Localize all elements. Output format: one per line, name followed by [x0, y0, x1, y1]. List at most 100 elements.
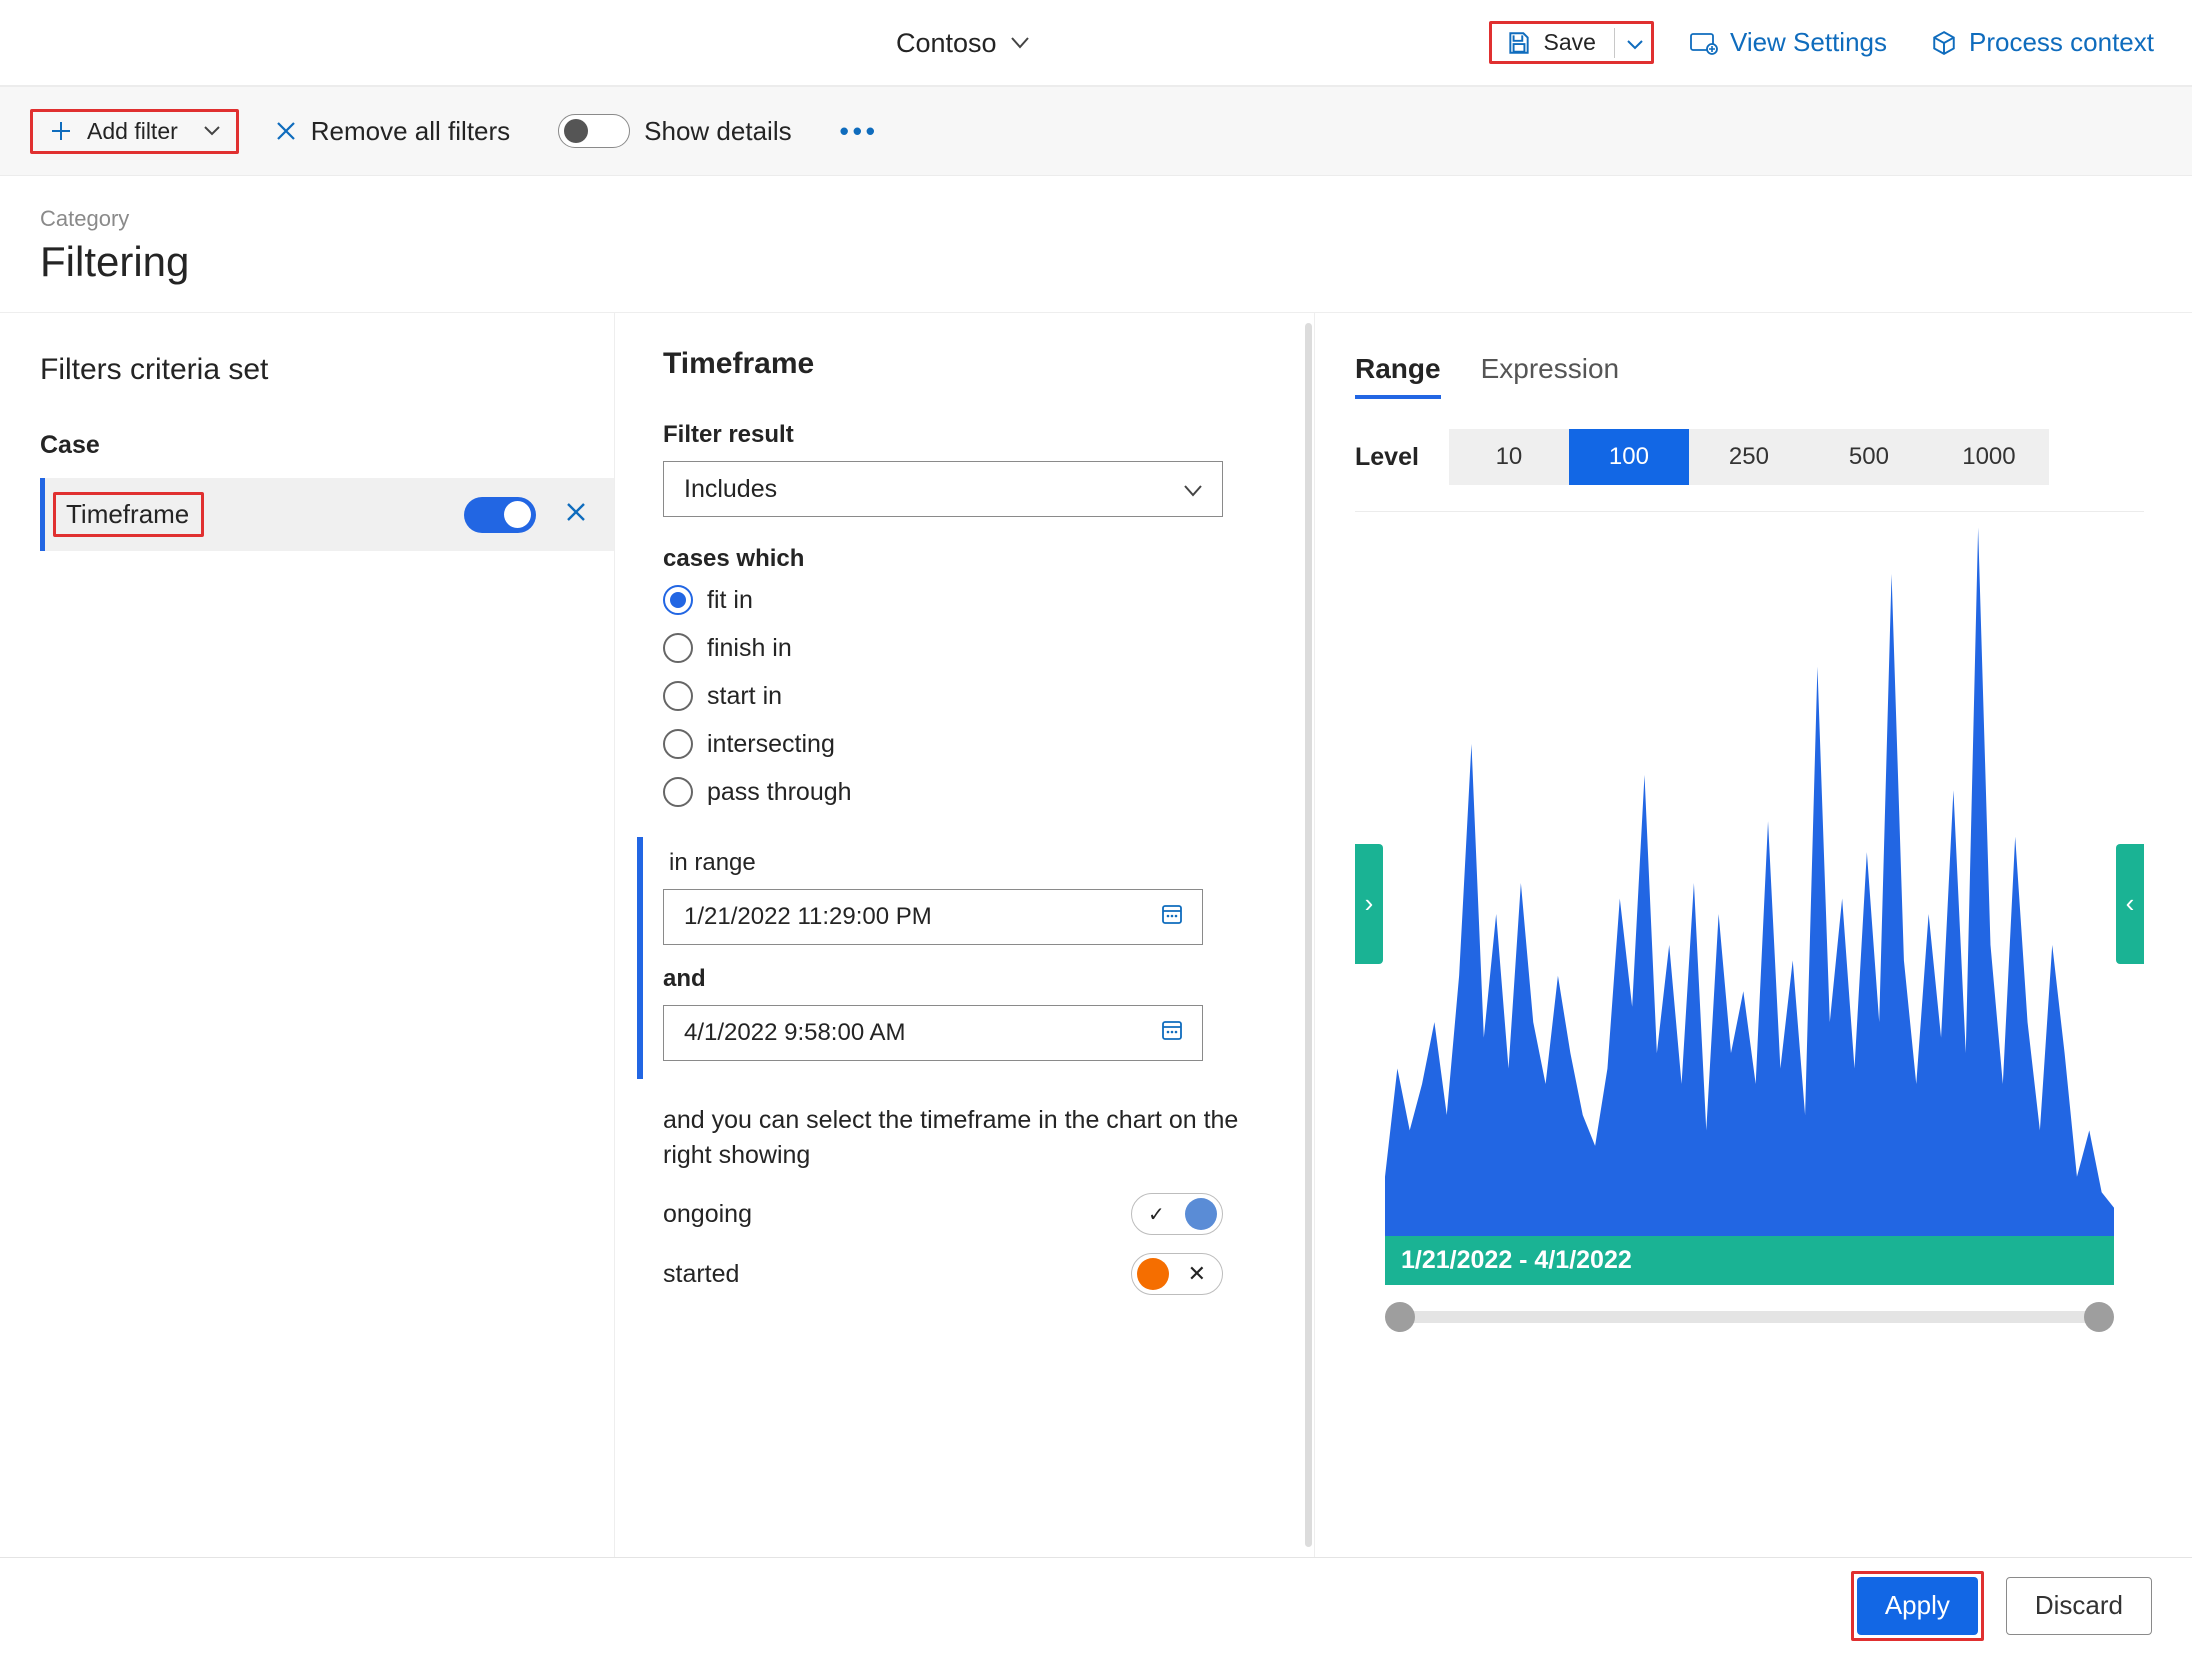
category-header: Category Filtering [0, 176, 2192, 313]
case-option-finish-in[interactable]: finish in [663, 633, 1266, 663]
case-option-fit-in[interactable]: fit in [663, 585, 1266, 615]
filter-result-value: Includes [684, 475, 777, 504]
and-label: and [663, 965, 1266, 993]
plus-icon [49, 119, 73, 143]
filter-item-label: Timeframe [66, 499, 189, 529]
filter-item-toggle[interactable] [464, 497, 536, 533]
cases-radio-group: fit in finish in start in intersecting p… [663, 585, 1266, 807]
save-label: Save [1544, 29, 1596, 56]
tab-expression[interactable]: Expression [1481, 353, 1620, 399]
process-context-button[interactable]: Process context [1923, 21, 2162, 64]
main-content: Filters criteria set Case Timeframe Time… [0, 313, 2192, 1557]
timeframe-help-text: and you can select the timeframe in the … [663, 1103, 1266, 1173]
remove-all-label: Remove all filters [311, 116, 510, 147]
chart-body[interactable] [1385, 512, 2114, 1285]
show-details-toggle[interactable]: Show details [546, 108, 803, 154]
level-10[interactable]: 10 [1449, 429, 1569, 485]
more-actions-button[interactable]: ••• [828, 110, 891, 153]
radio-checked-icon [663, 585, 693, 615]
chart-range-label: 1/21/2022 - 4/1/2022 [1385, 1236, 2114, 1285]
legend-ongoing: ongoing ✓ [663, 1193, 1223, 1235]
filter-config-panel: Timeframe Filter result Includes cases w… [615, 313, 1315, 1557]
filter-config-title: Timeframe [663, 347, 1266, 381]
level-250[interactable]: 250 [1689, 429, 1809, 485]
show-details-label: Show details [644, 116, 791, 147]
process-context-label: Process context [1969, 27, 2154, 58]
range-from-input[interactable] [663, 889, 1203, 945]
radio-label: fit in [707, 586, 753, 615]
save-icon [1506, 30, 1532, 56]
filters-panel: Filters criteria set Case Timeframe [0, 313, 615, 1557]
level-500[interactable]: 500 [1809, 429, 1929, 485]
case-option-pass-through[interactable]: pass through [663, 777, 1266, 807]
radio-icon [663, 777, 693, 807]
radio-icon [663, 729, 693, 759]
slider-thumb-right[interactable] [2084, 1302, 2114, 1332]
category-title: Filtering [40, 238, 2152, 286]
scrollbar[interactable] [1305, 323, 1312, 1547]
chevron-down-icon [204, 126, 220, 136]
chart-area: › ‹ 1/21/2022 - 4/1/2022 [1355, 511, 2144, 1341]
level-100[interactable]: 100 [1569, 429, 1689, 485]
calendar-icon[interactable] [1160, 1018, 1184, 1049]
legend-started-toggle[interactable]: ✕ [1131, 1253, 1223, 1295]
toolbar: Add filter Remove all filters Show detai… [0, 86, 2192, 176]
remove-all-filters-button[interactable]: Remove all filters [263, 110, 522, 153]
apply-button[interactable]: Apply [1857, 1577, 1978, 1635]
legend-ongoing-label: ongoing [663, 1200, 752, 1229]
org-name: Contoso [896, 28, 997, 59]
chevron-down-icon [1011, 37, 1029, 49]
action-bar: Apply Discard [0, 1557, 2192, 1653]
header: Contoso Save [0, 0, 2192, 86]
chevron-down-icon[interactable] [1627, 29, 1643, 56]
dot-icon [1185, 1198, 1217, 1230]
view-settings-label: View Settings [1730, 27, 1887, 58]
cases-which-label: cases which [663, 545, 1266, 573]
level-selector: Level 10 100 250 500 1000 [1355, 429, 2144, 485]
chart-range-slider[interactable] [1385, 1303, 2114, 1331]
legend-started: started ✕ [663, 1253, 1223, 1295]
level-1000[interactable]: 1000 [1929, 429, 2049, 485]
tab-range[interactable]: Range [1355, 353, 1441, 399]
check-icon: ✓ [1148, 1202, 1165, 1227]
radio-label: pass through [707, 778, 852, 807]
close-icon [275, 120, 297, 142]
discard-button[interactable]: Discard [2006, 1577, 2152, 1635]
close-icon: ✕ [1188, 1261, 1206, 1287]
view-settings-icon [1690, 31, 1718, 55]
slider-track [1395, 1311, 2104, 1323]
case-option-intersecting[interactable]: intersecting [663, 729, 1266, 759]
add-filter-button[interactable]: Add filter [30, 109, 239, 154]
filters-title: Filters criteria set [40, 353, 614, 387]
category-label: Category [40, 206, 2152, 232]
add-filter-label: Add filter [87, 118, 178, 145]
view-settings-button[interactable]: View Settings [1682, 21, 1895, 64]
slider-thumb-left[interactable] [1385, 1302, 1415, 1332]
chart-handle-left[interactable]: › [1355, 844, 1383, 964]
filter-item-timeframe[interactable]: Timeframe [40, 478, 614, 551]
range-to-field[interactable] [682, 1018, 1160, 1048]
save-split-button[interactable]: Save [1489, 21, 1654, 64]
filters-group-label: Case [40, 431, 614, 460]
chart-handle-right[interactable]: ‹ [2116, 844, 2144, 964]
radio-label: intersecting [707, 730, 835, 759]
toggle-off-icon [558, 114, 630, 148]
chevron-down-icon [1184, 475, 1202, 504]
range-block: in range and [637, 837, 1266, 1079]
range-from-field[interactable] [682, 902, 1160, 932]
calendar-icon[interactable] [1160, 902, 1184, 933]
in-range-label: in range [663, 849, 1266, 877]
cube-icon [1931, 30, 1957, 56]
dot-icon [1137, 1258, 1169, 1290]
filter-result-select[interactable]: Includes [663, 461, 1223, 517]
remove-filter-icon[interactable] [564, 500, 588, 530]
filter-result-label: Filter result [663, 421, 1266, 449]
case-option-start-in[interactable]: start in [663, 681, 1266, 711]
level-label: Level [1355, 443, 1419, 472]
legend-ongoing-toggle[interactable]: ✓ [1131, 1193, 1223, 1235]
radio-label: start in [707, 682, 782, 711]
range-to-input[interactable] [663, 1005, 1203, 1061]
org-picker[interactable]: Contoso [886, 22, 1039, 65]
radio-label: finish in [707, 634, 792, 663]
chart-panel: Range Expression Level 10 100 250 500 10… [1315, 313, 2192, 1557]
